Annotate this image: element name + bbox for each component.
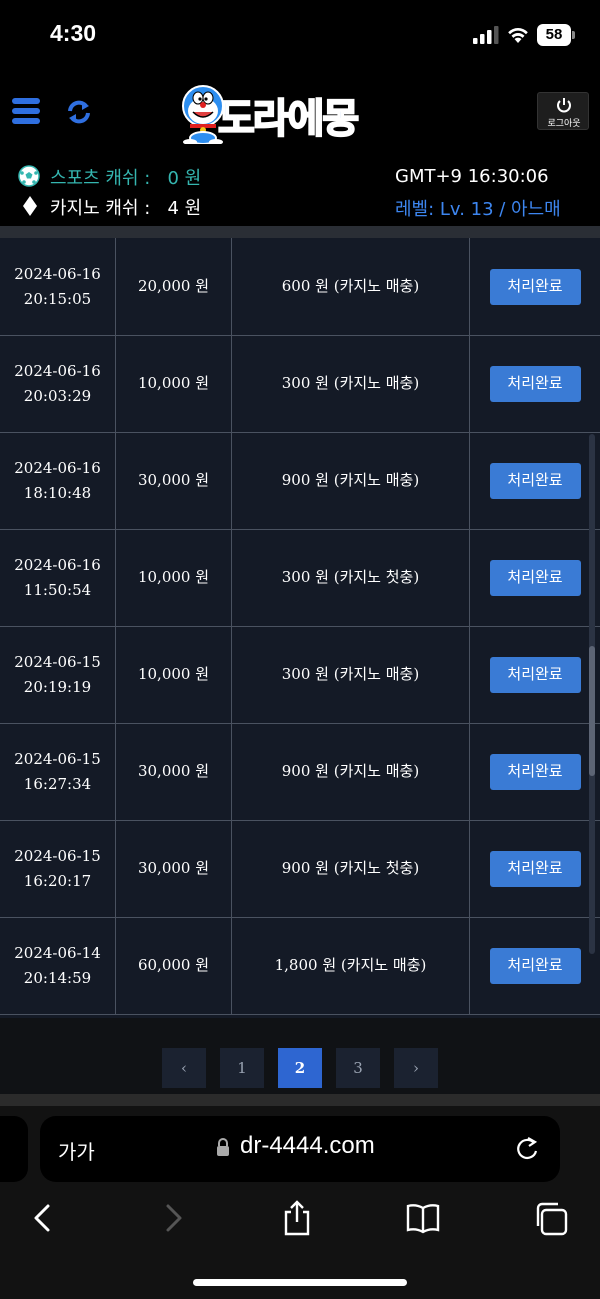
- table-row: 2024-06-16 20:15:05 20,000 원 600 원 (카지노 매…: [0, 238, 600, 336]
- page-2-button[interactable]: 2: [278, 1048, 322, 1088]
- date-cell: 2024-06-16 11:50:54: [0, 529, 116, 626]
- table-row: 2024-06-16 18:10:48 30,000 원 900 원 (카지노 매…: [0, 432, 600, 530]
- bonus-cell: 300 원 (카지노 매충): [232, 335, 470, 432]
- bonus-cell: 900 원 (카지노 매충): [232, 723, 470, 820]
- amount-cell: 60,000 원: [116, 917, 232, 1014]
- status-button[interactable]: 처리완료: [489, 268, 581, 305]
- site-logo[interactable]: 도라에몽: [180, 80, 420, 150]
- date-cell: 2024-06-14 20:14:59: [0, 917, 116, 1014]
- scrollbar-thumb[interactable]: [589, 646, 595, 776]
- date-cell: 2024-06-15 16:20:17: [0, 820, 116, 917]
- status-cell: 처리완료: [470, 820, 600, 917]
- amount-cell: 30,000 원: [116, 820, 232, 917]
- status-time: 4:30: [50, 20, 97, 46]
- status-button[interactable]: 처리완료: [489, 850, 581, 887]
- status-cell: 처리완료: [470, 723, 600, 820]
- reload-icon[interactable]: [514, 1134, 540, 1162]
- status-button[interactable]: 처리완료: [489, 947, 581, 984]
- table-row: 2024-06-15 16:27:34 30,000 원 900 원 (카지노 매…: [0, 723, 600, 821]
- amount-cell: 10,000 원: [116, 335, 232, 432]
- status-cell: 처리완료: [470, 529, 600, 626]
- battery-level: 58: [537, 24, 571, 46]
- table-row: 2024-06-15 16:20:17 30,000 원 900 원 (카지노 첫…: [0, 820, 600, 918]
- bookmarks-icon[interactable]: [406, 1200, 440, 1236]
- status-cell: 처리완료: [470, 626, 600, 723]
- date-cell: 2024-06-16 20:15:05: [0, 238, 116, 335]
- divider: [0, 226, 600, 238]
- browser-toolbar: 가가 dr-4444.com: [0, 1094, 600, 1299]
- menu-button[interactable]: [12, 98, 40, 124]
- battery-indicator: 58: [537, 24, 575, 46]
- previous-tab-preview[interactable]: [0, 1116, 28, 1182]
- date-cell: 2024-06-15 16:27:34: [0, 723, 116, 820]
- table-row: 2024-06-16 20:03:29 10,000 원 300 원 (카지노 매…: [0, 335, 600, 433]
- amount-cell: 10,000 원: [116, 529, 232, 626]
- home-indicator[interactable]: [193, 1279, 407, 1286]
- date-cell: 2024-06-15 20:19:19: [0, 626, 116, 723]
- user-level[interactable]: 레벨: Lv. 13 / 아느매: [395, 195, 561, 221]
- tabs-icon[interactable]: [534, 1200, 568, 1236]
- amount-cell: 30,000 원: [116, 432, 232, 529]
- next-page-button[interactable]: ›: [394, 1048, 438, 1088]
- bonus-cell: 1,800 원 (카지노 매충): [232, 917, 470, 1014]
- bonus-cell: 900 원 (카지노 매충): [232, 432, 470, 529]
- status-bar: 4:30 58: [0, 0, 600, 72]
- lock-icon: [217, 1138, 229, 1156]
- logout-button[interactable]: 로그아웃: [537, 92, 589, 130]
- status-button[interactable]: 처리완료: [489, 462, 581, 499]
- logout-label: 로그아웃: [547, 119, 581, 129]
- status-button[interactable]: 처리완료: [489, 753, 581, 790]
- table-row: 2024-06-16 11:50:54 10,000 원 300 원 (카지노 첫…: [0, 529, 600, 627]
- prev-page-button[interactable]: ‹: [162, 1048, 206, 1088]
- date-cell: 2024-06-16 18:10:48: [0, 432, 116, 529]
- power-icon: [557, 98, 571, 113]
- refresh-icon[interactable]: [66, 98, 92, 126]
- date-cell: 2024-06-16 20:03:29: [0, 335, 116, 432]
- amount-cell: 30,000 원: [116, 723, 232, 820]
- page-3-button[interactable]: 3: [336, 1048, 380, 1088]
- pagination: ‹ 1 2 3 ›: [0, 1018, 600, 1094]
- table-row: 2024-06-15 20:19:19 10,000 원 300 원 (카지노 매…: [0, 626, 600, 724]
- status-button[interactable]: 처리완료: [489, 656, 581, 693]
- status-button[interactable]: 처리완료: [489, 559, 581, 596]
- casino-cash: 카지노 캐쉬 : 4 원: [50, 198, 202, 219]
- sports-cash: 스포츠 캐쉬 : 0 원: [50, 168, 202, 189]
- amount-cell: 10,000 원: [116, 626, 232, 723]
- server-clock: GMT+9 16:30:06: [395, 166, 549, 187]
- bonus-cell: 600 원 (카지노 매충): [232, 238, 470, 335]
- forward-icon[interactable]: [156, 1200, 190, 1236]
- bonus-cell: 300 원 (카지노 매충): [232, 626, 470, 723]
- url-text[interactable]: dr-4444.com: [240, 1132, 375, 1160]
- soccer-ball-icon: [18, 165, 40, 187]
- share-icon[interactable]: [280, 1200, 314, 1236]
- status-cell: 처리완료: [470, 238, 600, 335]
- account-info-bar: 스포츠 캐쉬 : 0 원 카지노 캐쉬 : 4 원 GMT+9 16:30:06…: [0, 154, 600, 226]
- site-header: 도라에몽 로그아웃: [0, 72, 600, 154]
- status-button[interactable]: 처리완료: [489, 365, 581, 402]
- back-icon[interactable]: [26, 1200, 60, 1236]
- history-table: 2024-06-16 20:15:05 20,000 원 600 원 (카지노 매…: [0, 238, 600, 1018]
- reader-settings-button[interactable]: 가가: [58, 1136, 95, 1165]
- page-1-button[interactable]: 1: [220, 1048, 264, 1088]
- status-cell: 처리완료: [470, 917, 600, 1014]
- status-cell: 처리완료: [470, 335, 600, 432]
- cellular-signal-icon: [473, 26, 499, 44]
- diamond-icon: [23, 196, 37, 216]
- bonus-cell: 900 원 (카지노 첫충): [232, 820, 470, 917]
- amount-cell: 20,000 원: [116, 238, 232, 335]
- status-cell: 처리완료: [470, 432, 600, 529]
- bonus-cell: 300 원 (카지노 첫충): [232, 529, 470, 626]
- logo-text: 도라에몽: [217, 95, 360, 143]
- wifi-icon: [508, 27, 528, 43]
- table-row: 2024-06-14 20:14:59 60,000 원 1,800 원 (카지노…: [0, 917, 600, 1015]
- address-bar[interactable]: 가가 dr-4444.com: [40, 1116, 560, 1182]
